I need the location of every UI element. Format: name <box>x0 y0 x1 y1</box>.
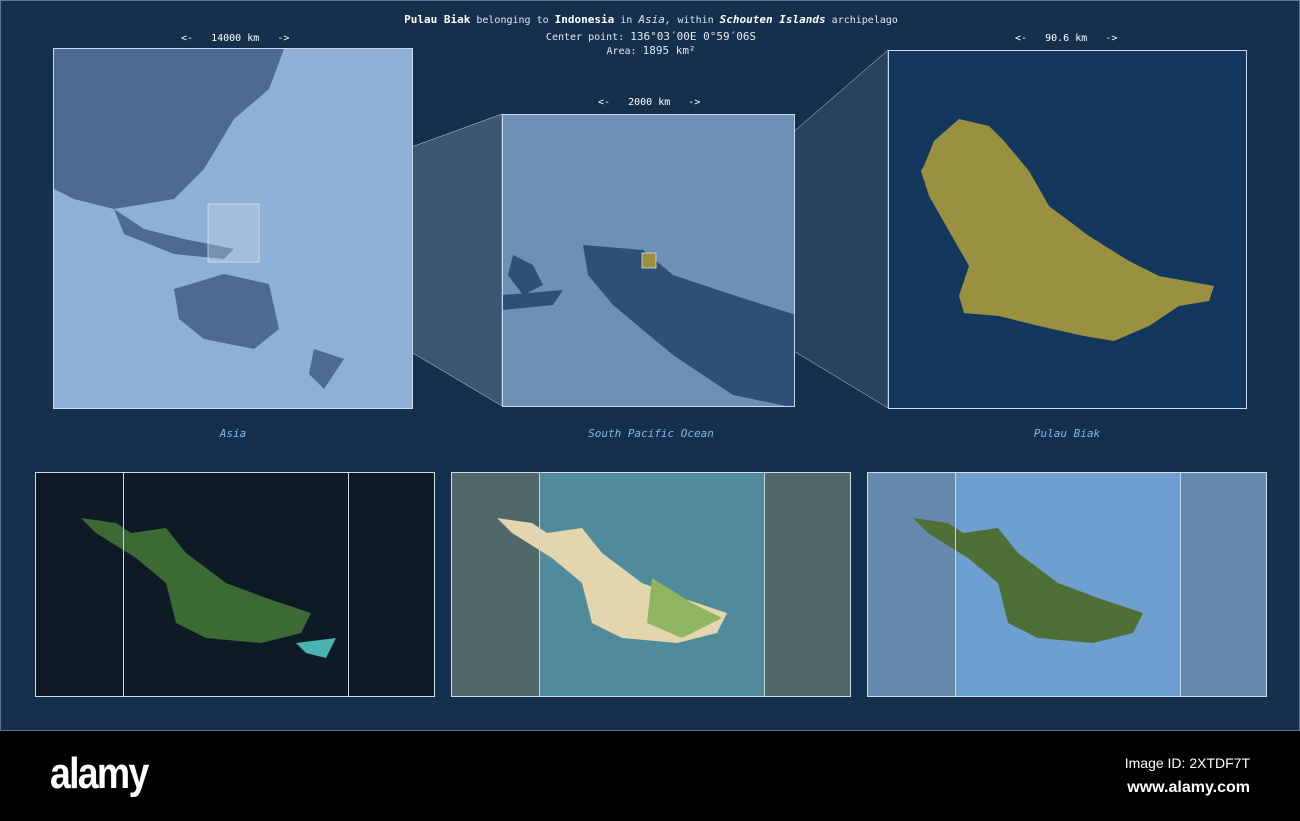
ocean-map-panel <box>502 114 795 407</box>
caption-asia: Asia <box>219 427 247 440</box>
topographic-map-panel <box>451 472 851 697</box>
caption-island: Pulau Biak <box>1033 427 1101 440</box>
asia-map-panel <box>53 48 413 409</box>
website-link[interactable]: www.alamy.com <box>1127 779 1250 797</box>
asia-land <box>54 49 344 389</box>
frame-divider <box>764 473 765 696</box>
frame-divider <box>955 473 956 696</box>
pulau-biak-shape <box>921 119 1214 341</box>
satellite-map-panel <box>35 472 435 697</box>
image-id: Image ID: 2XTDF7T <box>1124 755 1250 771</box>
satellite-island <box>81 518 336 658</box>
island-map-panel <box>888 50 1247 409</box>
alamy-logo[interactable]: alamy <box>50 749 149 799</box>
footer-bar: alamy Image ID: 2XTDF7T www.alamy.com <box>0 731 1300 821</box>
relief-map-panel <box>867 472 1267 697</box>
topographic-island <box>497 518 727 643</box>
frame-divider <box>123 473 124 696</box>
ocean-land <box>503 245 794 406</box>
frame-divider <box>348 473 349 696</box>
caption-ocean: South Pacific Ocean <box>588 427 714 440</box>
frame-divider <box>1180 473 1181 696</box>
map-composition: Pulau Biak belonging to Indonesia in Asi… <box>0 0 1300 731</box>
frame-divider <box>539 473 540 696</box>
relief-island <box>913 518 1143 643</box>
